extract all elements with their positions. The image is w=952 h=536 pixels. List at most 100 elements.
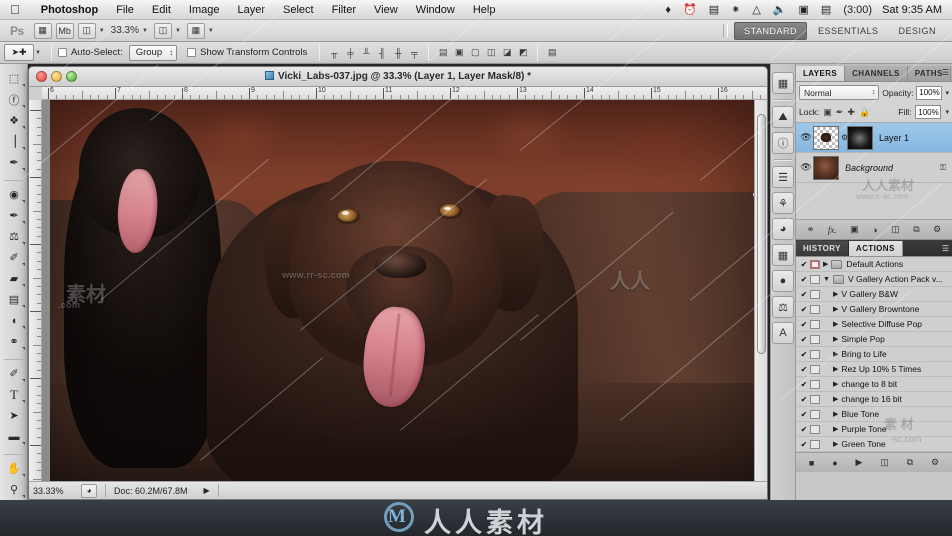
action-dialog-toggle[interactable]	[810, 439, 820, 449]
add-layer-style-button[interactable]: fx.	[828, 225, 837, 235]
chevron-down-icon[interactable]: ▼	[823, 276, 830, 283]
dropbox-icon[interactable]: ♦	[659, 0, 677, 20]
action-row[interactable]: ✔ ▶ Selective Diffuse Pop	[796, 317, 952, 332]
stop-playing-button[interactable]: ■	[809, 458, 814, 468]
chevron-right-icon[interactable]: ▶	[833, 410, 838, 418]
fill-input[interactable]: 100%	[915, 105, 942, 119]
workspace-grip[interactable]	[723, 24, 729, 37]
action-dialog-toggle[interactable]	[810, 304, 820, 314]
opacity-input[interactable]: 100%	[916, 85, 943, 100]
chevron-right-icon[interactable]: ▶	[833, 380, 838, 388]
new-group-button[interactable]: ◫	[891, 224, 900, 235]
workspace-standard[interactable]: STANDARD	[734, 21, 807, 40]
mini-bridge-icon[interactable]: Mb	[55, 22, 74, 39]
action-dialog-toggle[interactable]	[810, 274, 820, 284]
menu-select[interactable]: Select	[274, 0, 323, 20]
navigator-panel-icon[interactable]: ⛰	[772, 106, 794, 128]
play-selection-button[interactable]: ▶	[856, 457, 863, 468]
new-layer-button[interactable]: ⧉	[913, 224, 919, 235]
distribute-vertical-center-icon[interactable]: ▣	[452, 45, 466, 60]
add-layer-mask-button[interactable]: ▣	[850, 224, 859, 235]
lock-position-icon[interactable]: ✚	[847, 107, 855, 118]
brush-panel-icon[interactable]: ●	[772, 270, 794, 292]
adjustments-panel-icon[interactable]: ☰	[772, 166, 794, 188]
chevron-right-icon[interactable]: ▶	[833, 290, 838, 298]
delete-action-button[interactable]: ⚙	[931, 457, 939, 468]
chevron-right-icon[interactable]: ▶	[823, 260, 828, 268]
layer-mask-thumbnail[interactable]	[847, 125, 873, 150]
tool-preset-chevron-down-icon[interactable]: ▼	[35, 50, 41, 56]
path-selection-tool[interactable]: ➤	[1, 405, 27, 426]
dodge-tool[interactable]: ⚭	[1, 331, 27, 352]
distribute-right-icon[interactable]: ◩	[516, 45, 530, 60]
action-toggle-checkbox[interactable]: ✔	[798, 335, 810, 344]
action-toggle-checkbox[interactable]: ✔	[798, 395, 810, 404]
apple-icon[interactable]: 	[10, 3, 20, 16]
auto-align-layers-icon[interactable]: ▤	[545, 45, 559, 60]
document-title-bar[interactable]: Vicki_Labs-037.jpg @ 33.3% (Layer 1, Lay…	[29, 67, 767, 87]
image-canvas[interactable]: 素材.com人人素材www.rr-sc.com素材.com人人素材www.rr-…	[50, 100, 764, 481]
distribute-horizontal-center-icon[interactable]: ◪	[500, 45, 514, 60]
action-dialog-toggle[interactable]	[810, 394, 820, 404]
move-tool-icon[interactable]: ➤✚	[4, 44, 34, 61]
mini-bridge-panel-icon[interactable]: ▦	[772, 72, 794, 94]
action-toggle-checkbox[interactable]: ✔	[798, 260, 810, 269]
document-vertical-scrollbar[interactable]	[754, 100, 767, 481]
delete-layer-button[interactable]: ⚙	[933, 224, 941, 235]
wifi-icon[interactable]: △	[746, 0, 766, 20]
gradient-tool[interactable]: ▤	[1, 289, 27, 310]
align-horizontal-centers-icon[interactable]: ╫	[391, 45, 405, 60]
character-panel-icon[interactable]: A	[772, 322, 794, 344]
layer-row-layer-1[interactable]: 👁 ⚙ Layer 1	[796, 123, 952, 153]
layer-thumbnail[interactable]	[813, 155, 839, 180]
action-dialog-toggle[interactable]	[810, 379, 820, 389]
action-dialog-toggle[interactable]	[810, 289, 820, 299]
action-row[interactable]: ✔ ▶ Bring to Life	[796, 347, 952, 362]
action-dialog-toggle[interactable]	[810, 334, 820, 344]
distribute-top-icon[interactable]: ▤	[436, 45, 450, 60]
menu-photoshop[interactable]: Photoshop	[32, 0, 107, 20]
color-panel-icon[interactable]: ◕	[772, 218, 794, 240]
time-machine-icon[interactable]: ⏰	[677, 0, 703, 20]
pen-tool[interactable]: ✐	[1, 363, 27, 384]
view-extras-chevron-down-icon[interactable]: ▼	[99, 28, 105, 34]
screen-share-icon[interactable]: ▣	[793, 0, 815, 20]
align-top-edges-icon[interactable]: ╥	[327, 45, 341, 60]
vertical-scrollbar-thumb[interactable]	[757, 114, 766, 354]
action-toggle-checkbox[interactable]: ✔	[798, 425, 810, 434]
lock-transparent-pixels-icon[interactable]: ▣	[823, 107, 832, 118]
chevron-right-icon[interactable]: ▶	[833, 440, 838, 448]
layer-name[interactable]: Background	[841, 163, 940, 173]
lock-image-pixels-icon[interactable]: ✒	[836, 107, 844, 118]
tab-layers[interactable]: LAYERS	[796, 66, 846, 81]
action-row[interactable]: ✔ ▶ Green Tone	[796, 437, 952, 452]
info-panel-icon[interactable]: ⓘ	[772, 132, 794, 154]
workspace-design[interactable]: DESIGN	[889, 23, 945, 39]
auto-select-scope-dropdown[interactable]: Group	[128, 44, 178, 61]
action-toggle-checkbox[interactable]: ✔	[798, 380, 810, 389]
align-right-edges-icon[interactable]: ╤	[407, 45, 421, 60]
layers-panel-menu-icon[interactable]: ☰	[942, 68, 949, 77]
screen-mode-icon[interactable]: ◫	[153, 22, 172, 39]
action-row[interactable]: ✔ ▶ V Gallery Browntone	[796, 302, 952, 317]
status-chevron-right-icon[interactable]: ▶	[204, 486, 210, 495]
action-dialog-toggle[interactable]	[810, 424, 820, 434]
distribute-bottom-icon[interactable]: ▢	[468, 45, 482, 60]
menu-edit[interactable]: Edit	[143, 0, 180, 20]
clone-stamp-tool[interactable]: ⚖	[1, 226, 27, 247]
spot-healing-brush-tool[interactable]: ◉	[1, 184, 27, 205]
menu-help[interactable]: Help	[464, 0, 505, 20]
new-action-button[interactable]: ⧉	[907, 457, 913, 468]
quick-selection-tool[interactable]: ❖	[1, 110, 27, 131]
vertical-ruler[interactable]	[29, 100, 42, 499]
bridge-icon[interactable]: ▦	[33, 22, 52, 39]
action-row[interactable]: ✔ ▶ Simple Pop	[796, 332, 952, 347]
action-toggle-checkbox[interactable]: ✔	[798, 275, 810, 284]
action-row[interactable]: ✔ ▼ V Gallery Action Pack v...	[796, 272, 952, 287]
status-preview-icon[interactable]: ◕	[81, 483, 97, 498]
styles-panel-icon[interactable]: ⚘	[772, 192, 794, 214]
lasso-tool[interactable]: ⓕ	[1, 89, 27, 110]
layer-visibility-icon[interactable]: 👁	[799, 162, 813, 173]
menu-image[interactable]: Image	[180, 0, 229, 20]
chevron-right-icon[interactable]: ▶	[833, 335, 838, 343]
